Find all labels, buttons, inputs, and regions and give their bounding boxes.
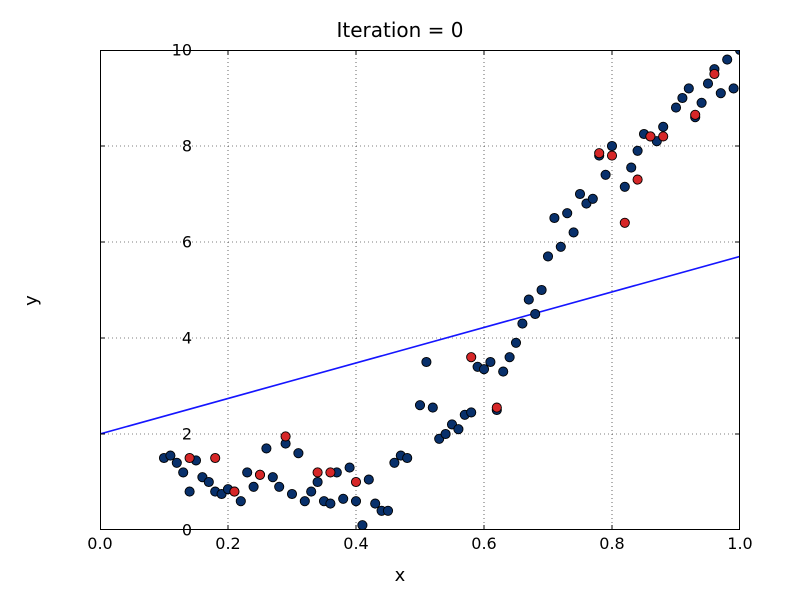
red-points [185,69,719,496]
x-tick-label: 0.4 [343,534,368,553]
chart-title: Iteration = 0 [0,18,800,42]
y-tick-label: 2 [152,425,192,444]
x-tick-label: 0.0 [87,534,112,553]
x-tick-label: 0.6 [471,534,496,553]
x-tick-label: 0.2 [215,534,240,553]
x-tick-label: 1.0 [727,534,752,553]
y-tick-label: 6 [152,233,192,252]
plot-axes: 0.00.20.40.60.81.0 0246810 [100,50,740,530]
y-tick-label: 4 [152,329,192,348]
y-tick-label: 8 [152,137,192,156]
plot-svg [100,50,740,530]
y-tick-label: 10 [152,41,192,60]
x-tick-label: 0.8 [599,534,624,553]
blue-points [159,50,740,530]
figure: Iteration = 0 y x 0.0 0.2 0.4 0.6 0.8 1.0 0 2 4… [0,0,800,600]
x-axis-label: x [0,565,800,586]
y-axis-label: y [26,0,37,600]
y-tick-label: 0 [152,521,192,540]
